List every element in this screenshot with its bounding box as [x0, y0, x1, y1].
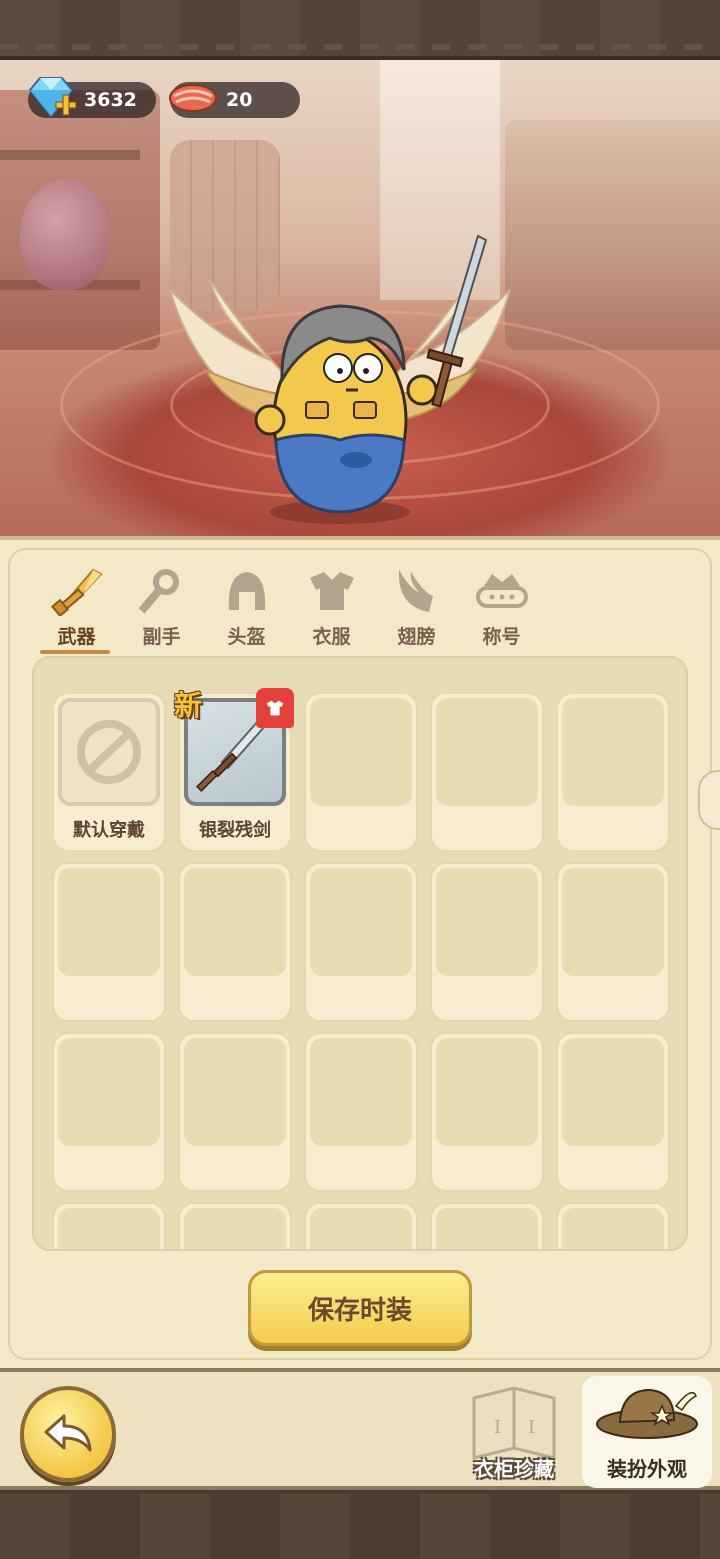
- bottom-bar: I I 衣柜珍藏 装扮外观: [0, 1368, 720, 1559]
- tab-label: 头盔: [227, 626, 266, 648]
- empty-item-cell[interactable]: [304, 862, 418, 1022]
- egg-decoration: [20, 180, 110, 290]
- empty-item-cell[interactable]: [556, 862, 670, 1022]
- meat-icon: [169, 84, 217, 112]
- tab-label: 翅膀: [397, 626, 436, 648]
- empty-item-cell[interactable]: [430, 692, 544, 852]
- svg-text:I: I: [494, 1417, 501, 1438]
- save-outfit-button[interactable]: 保存时装: [248, 1270, 472, 1346]
- bottom-nav: I I 衣柜珍藏 装扮外观: [0, 1368, 720, 1490]
- empty-item-cell[interactable]: [178, 862, 292, 1022]
- back-button[interactable]: [20, 1386, 116, 1482]
- nav-label: 装扮外观: [607, 1457, 687, 1481]
- armor-icon: [309, 572, 354, 610]
- empty-item-cell[interactable]: [178, 1032, 292, 1192]
- empty-item-cell[interactable]: [52, 1202, 166, 1249]
- tab-helmet[interactable]: 头盔: [204, 562, 289, 658]
- character-scene: 3632 20: [0, 60, 720, 538]
- tab-title[interactable]: 称号: [459, 562, 544, 658]
- item-name: 银裂残剑: [199, 820, 271, 841]
- dress-up-button[interactable]: 装扮外观: [582, 1376, 712, 1488]
- category-tabs: 武器 副手 头盔 衣服 翅膀 称号: [34, 562, 544, 658]
- wardrobe-panel: 武器 副手 头盔 衣服 翅膀 称号 默认穿戴 新 银裂残剑 保存时装: [0, 536, 720, 1368]
- tab-offhand[interactable]: 副手: [119, 562, 204, 658]
- empty-item-cell[interactable]: [304, 1202, 418, 1249]
- empty-item-cell[interactable]: [556, 1032, 670, 1192]
- empty-item-cell[interactable]: [52, 862, 166, 1022]
- empty-item-cell[interactable]: [304, 692, 418, 852]
- empty-item-cell[interactable]: [178, 1202, 292, 1249]
- tab-clothes[interactable]: 衣服: [289, 562, 374, 658]
- empty-item-cell[interactable]: [304, 1032, 418, 1192]
- item-cell-default[interactable]: 默认穿戴: [52, 692, 166, 852]
- empty-item-cell[interactable]: [52, 1032, 166, 1192]
- tab-label: 衣服: [312, 626, 351, 648]
- tab-label: 武器: [57, 626, 96, 648]
- sword-icon: [50, 568, 103, 616]
- empty-item-cell[interactable]: [556, 692, 670, 852]
- nav-label: 衣柜珍藏: [474, 1457, 554, 1481]
- top-frame: [0, 0, 720, 60]
- helmet-icon: [228, 572, 265, 610]
- tab-wings[interactable]: 翅膀: [374, 562, 459, 658]
- diamond-plus-icon: [28, 77, 77, 118]
- empty-item-cell[interactable]: [430, 862, 544, 1022]
- back-arrow-icon: [44, 1414, 92, 1452]
- item-grid-container[interactable]: 默认穿戴 新 银裂残剑: [32, 656, 688, 1251]
- empty-item-cell[interactable]: [556, 1202, 670, 1249]
- empty-item-cell[interactable]: [430, 1202, 544, 1249]
- hat-icon: [596, 1388, 698, 1439]
- tab-label: 称号: [482, 626, 521, 648]
- tab-weapon[interactable]: 武器: [34, 562, 119, 658]
- wing-left: [169, 279, 292, 422]
- empty-item-cell[interactable]: [430, 1032, 544, 1192]
- shirt-icon: [256, 688, 294, 728]
- item-name: 默认穿戴: [73, 820, 145, 841]
- none-icon: [77, 720, 141, 784]
- meat-counter[interactable]: 20: [169, 82, 300, 118]
- gem-counter[interactable]: 3632: [28, 77, 156, 118]
- svg-text:I: I: [528, 1417, 535, 1438]
- wing-icon: [398, 570, 433, 612]
- wardrobe-collection-button[interactable]: I I 衣柜珍藏: [452, 1378, 576, 1488]
- title-crown-icon: [475, 574, 528, 608]
- character-preview: [169, 234, 511, 524]
- item-cell-silver-sword[interactable]: 新 银裂残剑: [174, 688, 294, 852]
- meat-count: 20: [226, 89, 253, 111]
- tab-label: 副手: [142, 626, 181, 648]
- new-badge: 新: [174, 689, 203, 722]
- item-grid: 默认穿戴 新 银裂残剑: [52, 688, 670, 1249]
- gem-count: 3632: [84, 89, 137, 111]
- offhand-icon: [138, 569, 179, 614]
- side-drawer-handle[interactable]: [698, 770, 720, 830]
- chest-decoration: [505, 120, 720, 350]
